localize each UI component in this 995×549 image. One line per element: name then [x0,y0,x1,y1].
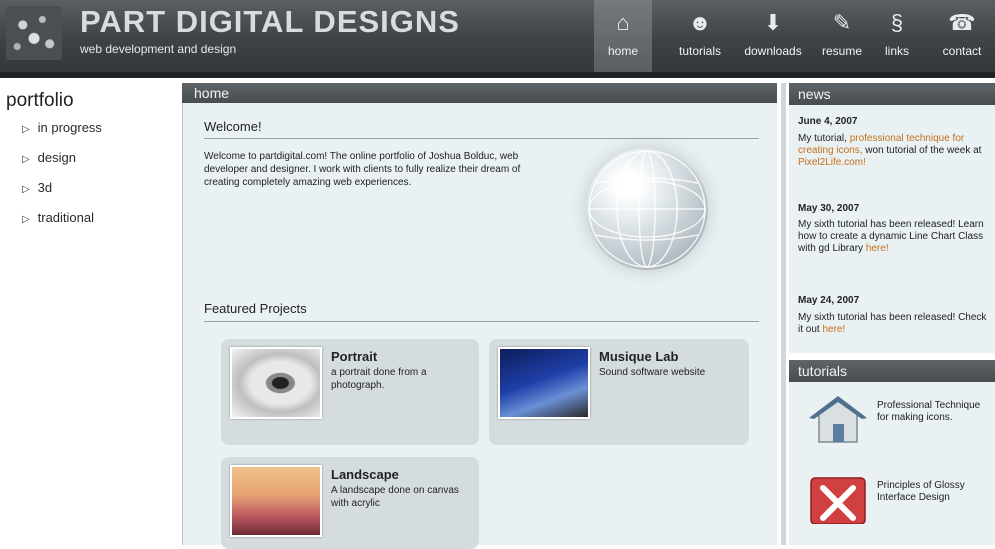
project-title: Landscape [331,467,399,482]
nav-label: resume [821,44,862,58]
news-date: June 4, 2007 [798,116,858,127]
divider [204,321,759,322]
triangle-right-icon: ▷ [22,184,30,195]
musique-lab-thumbnail [498,347,590,419]
nav-resume[interactable]: ✎ resume [816,0,868,72]
project-desc: a portrait done from a photograph. [331,367,427,391]
news-text-part: My tutorial, [798,133,850,144]
house-icon[interactable] [807,394,869,444]
tutorials-panel: Professional Technique for making icons.… [789,382,995,545]
portfolio-item-label: traditional [37,210,94,225]
house-graphic [809,396,867,443]
nav-label: links [884,44,909,58]
news-link[interactable]: Pixel2Life.com! [798,157,866,168]
project-title: Musique Lab [599,349,679,364]
news-link[interactable]: here! [822,324,845,335]
landscape-thumbnail [230,465,322,537]
triangle-right-icon: ▷ [22,214,30,225]
globe-grid [588,150,706,268]
news-text: My sixth tutorial has been released! Che… [798,312,988,336]
phone-icon: ☎ [948,10,976,35]
nav-label: downloads [744,44,802,58]
download-icon: ⬇ [763,10,783,35]
project-card-portrait[interactable]: Portrait a portrait done from a photogra… [221,339,479,445]
portfolio-item-label: 3d [37,180,53,195]
nav-label: contact [942,44,982,58]
featured-heading: Featured Projects [204,301,307,316]
site-title[interactable]: PART DIGITAL DESIGNS [80,4,460,40]
news-link[interactable]: here! [866,243,889,254]
project-desc: A landscape done on canvas with acrylic [331,485,459,509]
portfolio-item-label: design [37,150,76,165]
main-heading: home [182,83,777,103]
news-date: May 24, 2007 [798,295,860,306]
site-header: PART DIGITAL DESIGNS web development and… [0,0,995,72]
welcome-text: Welcome to partdigital.com! The online p… [204,151,521,188]
portfolio-item-3d[interactable]: ▷ 3d [22,180,102,210]
divider [204,138,759,139]
portfolio-menu: ▷ in progress ▷ design ▷ 3d ▷ traditiona… [22,120,102,240]
nav-label: tutorials [678,44,722,58]
portfolio-item-traditional[interactable]: ▷ traditional [22,210,102,240]
tutorial-link[interactable]: Principles of Glossy Interface Design [877,480,992,504]
news-text: My tutorial, professional technique for … [798,133,988,169]
close-x-graphic [810,477,866,525]
news-panel: June 4, 2007 My tutorial, professional t… [789,105,995,353]
tutorials-heading: tutorials [789,360,995,382]
nav-label: home [607,44,639,58]
news-text: My sixth tutorial has been released! Lea… [798,219,988,255]
project-desc: Sound software website [599,367,706,378]
project-title: Portrait [331,349,378,364]
main-nav: ⌂ home ☻ tutorials ⬇ downloads ✎ resume … [594,0,995,72]
welcome-heading: Welcome! [204,119,262,134]
news-text-part: won tutorial of the week at [862,145,982,156]
triangle-right-icon: ▷ [22,124,30,135]
nav-tutorials[interactable]: ☻ tutorials [668,0,732,72]
globe-icon [586,148,708,270]
pencil-icon: ✎ [832,10,852,35]
header-divider [0,72,995,78]
tutorial-link[interactable]: Professional Technique for making icons. [877,400,992,424]
news-date: May 30, 2007 [798,203,860,214]
nav-downloads[interactable]: ⬇ downloads [737,0,809,72]
main-content: Welcome! Welcome to partdigital.com! The… [182,103,777,549]
person-icon: ☻ [688,10,712,35]
news-text-part: My sixth tutorial has been released! Lea… [798,219,984,254]
nav-links[interactable]: § links [877,0,917,72]
link-icon: § [890,10,904,35]
nav-contact[interactable]: ☎ contact [929,0,995,72]
portrait-thumbnail [230,347,322,419]
portfolio-item-label: in progress [37,120,102,135]
site-tagline: web development and design [80,42,237,56]
project-card-landscape[interactable]: Landscape A landscape done on canvas wit… [221,457,479,549]
news-heading: news [789,83,995,105]
project-card-musique-lab[interactable]: Musique Lab Sound software website [489,339,749,445]
triangle-right-icon: ▷ [22,154,30,165]
column-separator [781,83,786,545]
nav-home[interactable]: ⌂ home [594,0,652,72]
close-x-icon[interactable] [807,474,869,525]
portfolio-item-design[interactable]: ▷ design [22,150,102,180]
home-icon: ⌂ [616,10,630,35]
portfolio-heading: portfolio [6,90,74,111]
logo-mark-icon[interactable] [6,6,62,60]
portfolio-item-in-progress[interactable]: ▷ in progress [22,120,102,150]
